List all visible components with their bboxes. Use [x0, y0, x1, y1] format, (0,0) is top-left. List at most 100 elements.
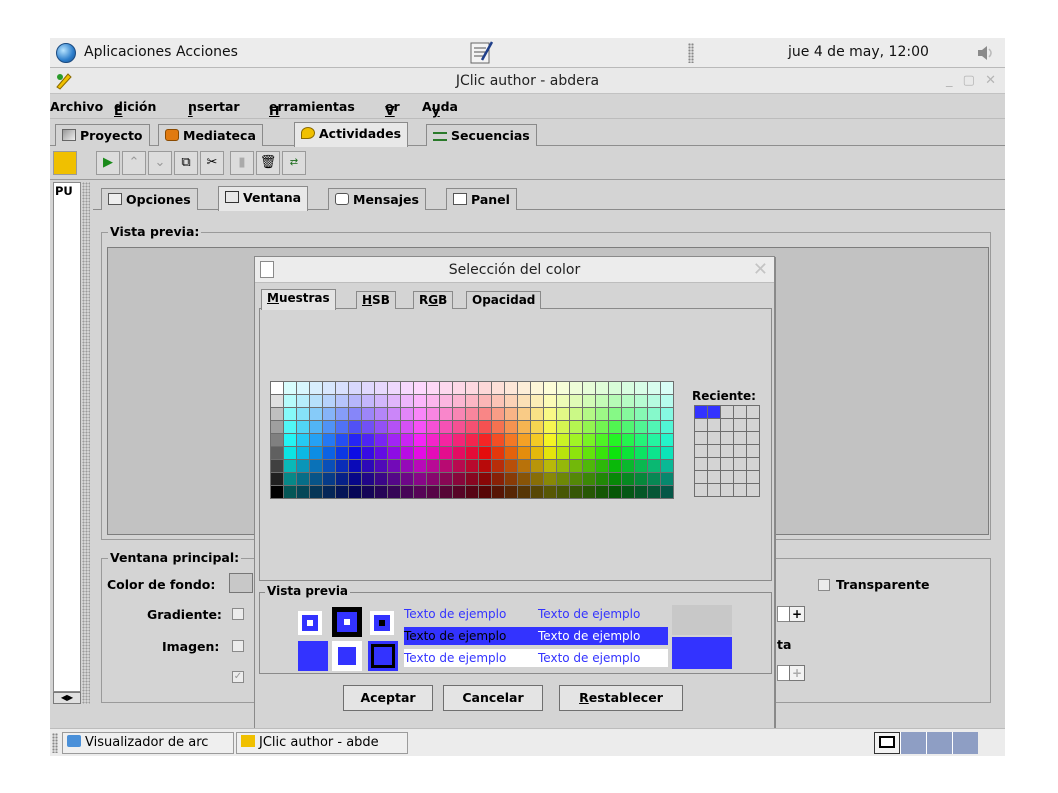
recent-swatch[interactable] — [695, 406, 707, 418]
color-swatch[interactable] — [596, 421, 608, 433]
color-swatch[interactable] — [596, 473, 608, 485]
color-swatch[interactable] — [479, 473, 491, 485]
recent-swatch[interactable] — [747, 406, 759, 418]
color-swatch[interactable] — [323, 486, 335, 498]
window-controls[interactable]: _ ▢ ✕ — [946, 73, 999, 88]
color-swatch[interactable] — [570, 434, 582, 446]
color-swatch[interactable] — [297, 382, 309, 394]
color-swatch[interactable] — [284, 421, 296, 433]
color-swatch[interactable] — [479, 486, 491, 498]
color-swatch[interactable] — [414, 382, 426, 394]
color-swatch[interactable] — [310, 486, 322, 498]
color-swatch[interactable] — [531, 434, 543, 446]
color-swatch[interactable] — [336, 447, 348, 459]
color-swatch[interactable] — [453, 486, 465, 498]
color-swatch[interactable] — [570, 460, 582, 472]
color-swatch[interactable] — [375, 486, 387, 498]
color-swatch[interactable] — [622, 395, 634, 407]
color-swatch[interactable] — [440, 473, 452, 485]
color-swatch[interactable] — [414, 408, 426, 420]
color-swatch[interactable] — [648, 421, 660, 433]
color-swatch[interactable] — [609, 382, 621, 394]
activities-list[interactable]: PU — [53, 182, 81, 692]
color-swatch[interactable] — [661, 395, 673, 407]
recent-swatch[interactable] — [734, 458, 746, 470]
color-swatch[interactable] — [453, 408, 465, 420]
color-swatch[interactable] — [557, 434, 569, 446]
color-swatch[interactable] — [349, 486, 361, 498]
notes-icon[interactable] — [462, 40, 496, 66]
color-swatch[interactable] — [479, 408, 491, 420]
color-swatch[interactable] — [648, 473, 660, 485]
color-swatch[interactable] — [427, 486, 439, 498]
color-swatch[interactable] — [544, 382, 556, 394]
color-swatch[interactable] — [284, 395, 296, 407]
color-swatch[interactable] — [518, 421, 530, 433]
color-swatch[interactable] — [531, 382, 543, 394]
taskbar-handle[interactable] — [52, 733, 58, 753]
recent-swatch[interactable] — [695, 484, 707, 496]
color-swatch[interactable] — [583, 434, 595, 446]
color-swatch[interactable] — [635, 460, 647, 472]
color-swatch[interactable] — [635, 382, 647, 394]
color-swatch[interactable] — [414, 447, 426, 459]
recent-swatch[interactable] — [734, 432, 746, 444]
color-swatch[interactable] — [297, 486, 309, 498]
color-swatch[interactable] — [596, 460, 608, 472]
color-swatch[interactable] — [531, 447, 543, 459]
color-swatch[interactable] — [440, 460, 452, 472]
color-swatch[interactable] — [661, 408, 673, 420]
color-swatch[interactable] — [401, 434, 413, 446]
recent-swatch[interactable] — [695, 432, 707, 444]
clock[interactable]: jue 4 de may, 12:00 — [788, 44, 929, 60]
color-swatch[interactable] — [310, 408, 322, 420]
color-swatch[interactable] — [453, 434, 465, 446]
recent-swatch[interactable] — [747, 458, 759, 470]
color-swatch[interactable] — [323, 473, 335, 485]
color-swatch[interactable] — [648, 486, 660, 498]
color-swatch[interactable] — [362, 382, 374, 394]
color-swatch[interactable] — [323, 460, 335, 472]
color-swatch[interactable] — [622, 408, 634, 420]
color-swatch[interactable] — [336, 382, 348, 394]
color-swatch[interactable] — [544, 473, 556, 485]
color-swatch[interactable] — [466, 434, 478, 446]
workspace-4[interactable] — [952, 732, 978, 754]
color-swatch[interactable] — [648, 395, 660, 407]
color-swatch[interactable] — [479, 382, 491, 394]
tab-panel[interactable]: Panel — [446, 188, 517, 210]
workspace-1[interactable] — [874, 732, 900, 754]
color-swatch[interactable] — [466, 486, 478, 498]
reset-button[interactable]: Restablecer — [559, 685, 683, 711]
color-swatch[interactable] — [531, 408, 543, 420]
recent-swatch[interactable] — [708, 458, 720, 470]
menu-ayuda[interactable]: Ay uda — [422, 99, 458, 118]
color-swatch[interactable] — [596, 486, 608, 498]
color-swatch[interactable] — [518, 434, 530, 446]
color-swatch[interactable] — [622, 421, 634, 433]
color-swatch[interactable] — [661, 447, 673, 459]
color-swatch[interactable] — [323, 434, 335, 446]
color-swatch[interactable] — [583, 408, 595, 420]
horizontal-scrollbar[interactable]: ◀▶ — [53, 692, 81, 704]
volume-icon[interactable] — [974, 43, 996, 63]
color-swatch[interactable] — [518, 473, 530, 485]
color-swatch[interactable] — [284, 486, 296, 498]
color-swatch[interactable] — [440, 421, 452, 433]
color-swatch[interactable] — [362, 434, 374, 446]
color-swatch[interactable] — [310, 447, 322, 459]
color-swatch[interactable] — [531, 395, 543, 407]
recent-swatch[interactable] — [747, 432, 759, 444]
color-swatch[interactable] — [401, 473, 413, 485]
color-swatch[interactable] — [336, 395, 348, 407]
color-swatch[interactable] — [414, 421, 426, 433]
color-swatch[interactable] — [388, 460, 400, 472]
color-swatch[interactable] — [388, 486, 400, 498]
dialog-close-icon[interactable]: ✕ — [753, 259, 768, 280]
color-swatch[interactable] — [310, 382, 322, 394]
color-swatch[interactable] — [505, 473, 517, 485]
color-swatch[interactable] — [297, 421, 309, 433]
color-swatch[interactable] — [440, 447, 452, 459]
color-swatch[interactable] — [479, 447, 491, 459]
color-swatch[interactable] — [492, 408, 504, 420]
